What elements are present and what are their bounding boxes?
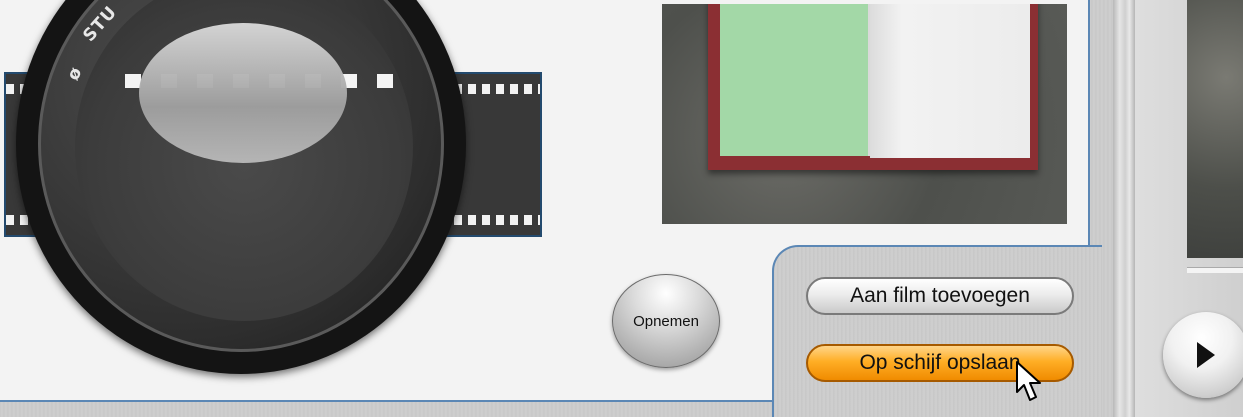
- camera-preview: [662, 4, 1067, 224]
- book-image: [708, 4, 1038, 170]
- lens-glass: [75, 0, 413, 321]
- book-page-right: [870, 4, 1030, 158]
- play-icon: [1197, 342, 1215, 368]
- mouse-cursor-icon: [1016, 361, 1041, 401]
- action-area: [772, 245, 1102, 417]
- lens-highlight: [139, 23, 347, 163]
- lens-ring: [38, 0, 444, 352]
- timeline-track[interactable]: [1187, 267, 1243, 273]
- book-page-left: [720, 4, 870, 156]
- add-to-film-button[interactable]: Aan film toevoegen: [806, 277, 1074, 315]
- panel-splitter[interactable]: [1113, 0, 1135, 417]
- movie-preview: [1187, 0, 1243, 258]
- record-button[interactable]: Opnemen: [612, 274, 720, 368]
- play-button[interactable]: [1163, 312, 1243, 398]
